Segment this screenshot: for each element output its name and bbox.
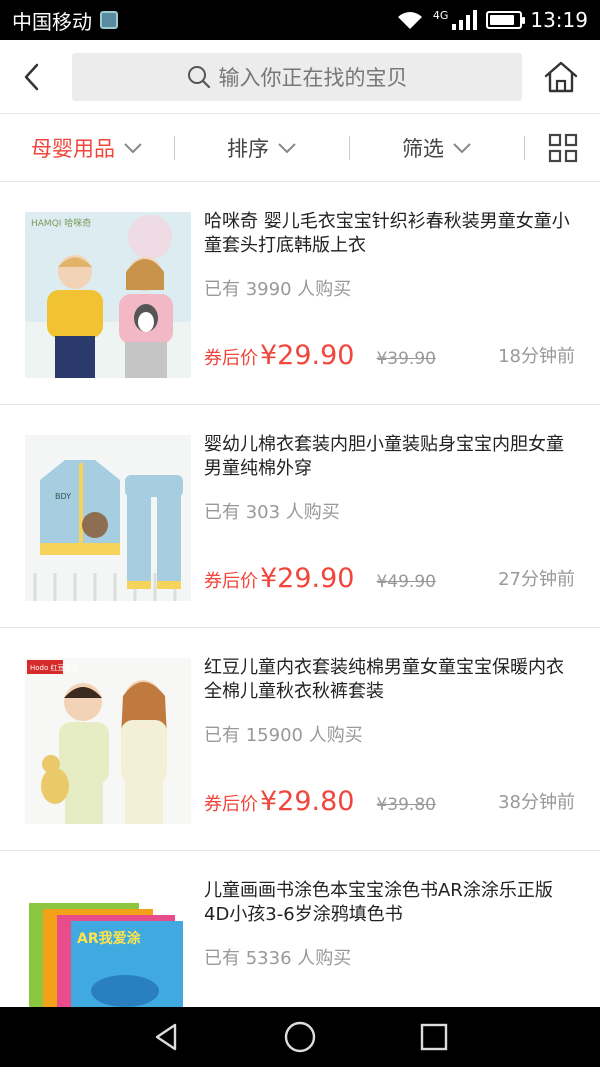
product-title[interactable]: 红豆儿童内衣套装纯棉男童女童宝宝保暖内衣全棉儿童秋衣秋裤套装: [204, 656, 578, 704]
price-row: 券后价 ¥29.80 ¥39.80: [204, 786, 436, 817]
search-icon: [187, 65, 210, 88]
category-filter[interactable]: 母婴用品: [0, 114, 174, 182]
category-filter-label: 母婴用品: [31, 136, 115, 161]
back-button[interactable]: [0, 40, 64, 114]
coupon-price: ¥29.80: [260, 786, 355, 817]
price-row: 券后价 ¥29.90 ¥39.90: [204, 340, 436, 371]
recents-nav-icon[interactable]: [419, 1022, 449, 1052]
sales-count: 已有 303 人购买: [204, 502, 340, 523]
signal-icon: [452, 10, 478, 30]
product-title[interactable]: 婴幼儿棉衣套装内胆小童装贴身宝宝内胆女童男童纯棉外穿: [204, 433, 578, 481]
price-label: 券后价: [204, 348, 258, 369]
screen-filter[interactable]: 筛选: [350, 114, 524, 182]
search-input[interactable]: 输入你正在找的宝贝: [72, 52, 522, 101]
product-image[interactable]: BDY: [25, 435, 191, 601]
home-nav-icon[interactable]: [283, 1020, 317, 1054]
home-icon: [544, 61, 578, 92]
network-type: 4G: [432, 8, 449, 22]
chevron-down-icon: [124, 142, 142, 153]
coupon-price: ¥29.90: [260, 563, 355, 594]
price-row: 券后价 ¥29.90 ¥49.90: [204, 563, 436, 594]
home-button[interactable]: [522, 40, 600, 114]
product-title[interactable]: 哈咪奇 婴儿毛衣宝宝针织衫春秋装男童女童小童套头打底韩版上衣: [204, 210, 578, 258]
filter-bar: 母婴用品 排序 筛选: [0, 114, 600, 182]
sort-filter[interactable]: 排序: [175, 114, 349, 182]
status-bar: 中国移动 4G 13:19: [0, 0, 600, 40]
back-nav-icon[interactable]: [151, 1022, 181, 1052]
product-image[interactable]: AR我爱涂: [25, 881, 191, 1007]
time-ago: 18分钟前: [498, 346, 575, 367]
carrier-name: 中国移动: [12, 9, 92, 34]
system-nav-bar: [0, 1007, 600, 1067]
price-label: 券后价: [204, 571, 258, 592]
back-arrow-icon: [24, 63, 39, 90]
svg-text:Hodo 红豆居家: Hodo 红豆居家: [30, 663, 79, 672]
screen-filter-label: 筛选: [402, 136, 444, 161]
gallery-notification-icon: [100, 11, 118, 29]
battery-icon: [486, 11, 526, 29]
svg-text:AR我爱涂: AR我爱涂: [77, 930, 142, 947]
sales-count: 已有 3990 人购买: [204, 279, 352, 300]
product-item[interactable]: Hodo 红豆居家 红豆儿童内衣套装纯棉男童女童宝宝保暖内衣全棉儿童秋衣秋裤套装…: [0, 628, 600, 851]
price-label: 券后价: [204, 794, 258, 815]
chevron-down-icon: [453, 142, 471, 153]
top-header: 输入你正在找的宝贝: [0, 40, 600, 114]
battery-level: [490, 15, 514, 25]
coupon-price: ¥29.90: [260, 340, 355, 371]
product-item[interactable]: AR我爱涂 儿童画画书涂色本宝宝涂色书AR涂涂乐正版4D小孩3-6岁涂鸦填色书 …: [0, 851, 600, 1007]
original-price: ¥39.90: [376, 349, 436, 369]
sales-count: 已有 5336 人购买: [204, 948, 352, 969]
search-placeholder: 输入你正在找的宝贝: [218, 65, 408, 90]
product-list: HAMQI 哈咪奇 哈咪奇 婴儿毛衣宝宝针织衫春秋装男童女童小童套头打底韩版上衣…: [0, 182, 600, 1007]
svg-text:BDY: BDY: [55, 492, 71, 501]
sales-count: 已有 15900 人购买: [204, 725, 363, 746]
grid-view-button[interactable]: [525, 114, 600, 182]
svg-text:HAMQI 哈咪奇: HAMQI 哈咪奇: [31, 217, 91, 229]
product-item[interactable]: BDY 婴幼儿棉衣套装内胆小童装贴身宝宝内胆女童男童纯棉外穿 已有 303 人购…: [0, 405, 600, 628]
grid-view-icon: [548, 133, 577, 162]
time-ago: 27分钟前: [498, 569, 575, 590]
original-price: ¥39.80: [376, 795, 436, 815]
product-item[interactable]: HAMQI 哈咪奇 哈咪奇 婴儿毛衣宝宝针织衫春秋装男童女童小童套头打底韩版上衣…: [0, 182, 600, 405]
clock: 13:19: [530, 8, 588, 32]
wifi-icon: [397, 12, 422, 29]
product-title[interactable]: 儿童画画书涂色本宝宝涂色书AR涂涂乐正版4D小孩3-6岁涂鸦填色书: [204, 879, 578, 927]
sort-filter-label: 排序: [227, 136, 269, 161]
time-ago: 38分钟前: [498, 792, 575, 813]
product-image[interactable]: HAMQI 哈咪奇: [25, 212, 191, 378]
product-image[interactable]: Hodo 红豆居家: [25, 658, 191, 824]
original-price: ¥49.90: [376, 572, 436, 592]
chevron-down-icon: [278, 142, 296, 153]
